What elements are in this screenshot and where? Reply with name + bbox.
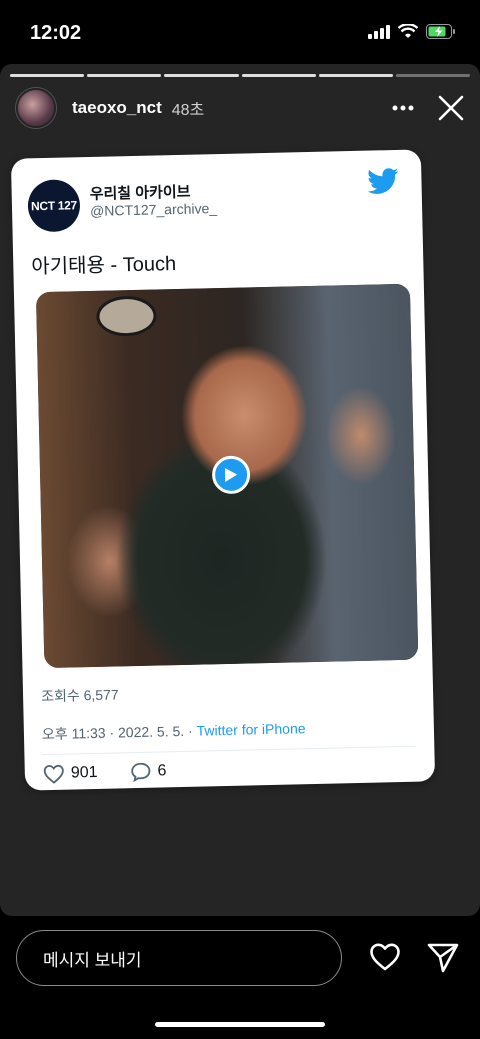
progress-segment	[10, 74, 85, 77]
status-time: 12:02	[30, 22, 82, 44]
tweet-timestamp: 오후 11:33 · 2022. 5. 5. · Twitter for iPh…	[42, 718, 306, 744]
send-paper-plane-icon[interactable]	[426, 940, 460, 974]
signal-icon	[368, 24, 390, 39]
tweet-source-link[interactable]: Twitter for iPhone	[196, 720, 305, 738]
tweet-card[interactable]: NCT 127 우리칠 아카이브 @NCT127_archive_ 아기태용 -…	[10, 149, 436, 791]
reply-bubble-icon[interactable]	[129, 762, 151, 783]
play-icon	[224, 467, 238, 482]
story-header-actions	[392, 95, 464, 121]
tweet-handle: @NCT127_archive_	[89, 200, 218, 219]
story-viewer[interactable]: taeoxo_nct 48초 NCT 127 우리칠 아카이브 @NCT127_…	[0, 64, 480, 916]
progress-segment	[164, 74, 239, 77]
home-indicator	[155, 1022, 325, 1027]
progress-segment	[241, 74, 316, 77]
progress-segment	[318, 74, 393, 77]
more-options-icon[interactable]	[392, 105, 414, 111]
like-count: 901	[70, 763, 98, 782]
twitter-bird-icon	[367, 168, 399, 194]
tweet-divider	[42, 745, 417, 756]
status-icons	[368, 24, 456, 39]
tweet-author-avatar: NCT 127	[27, 179, 81, 233]
close-icon[interactable]	[438, 95, 464, 121]
battery-charging-icon	[426, 24, 455, 39]
tweet-stats: 901 6	[43, 761, 167, 784]
story-header: taeoxo_nct 48초	[16, 86, 464, 130]
progress-segment	[87, 74, 162, 77]
like-heart-icon[interactable]	[43, 764, 65, 784]
tweet-video[interactable]	[35, 283, 419, 669]
story-progress-bar	[10, 74, 471, 77]
tweet-view-count: 조회수 6,577	[40, 686, 119, 705]
wifi-icon	[398, 24, 418, 38]
reply-count: 6	[157, 762, 167, 780]
tweet-text: 아기태용 - Touch	[31, 253, 177, 279]
send-message-input[interactable]: 메시지 보내기	[16, 930, 342, 986]
tweet-time: 오후 11:33 · 2022. 5. 5. ·	[41, 722, 197, 743]
progress-segment-current	[395, 74, 471, 77]
status-bar: 12:02	[0, 0, 480, 64]
story-username[interactable]: taeoxo_nct	[72, 98, 162, 118]
story-time-ago: 48초	[171, 102, 205, 119]
like-story-heart-icon[interactable]	[368, 940, 402, 974]
story-user-avatar[interactable]	[16, 88, 56, 128]
